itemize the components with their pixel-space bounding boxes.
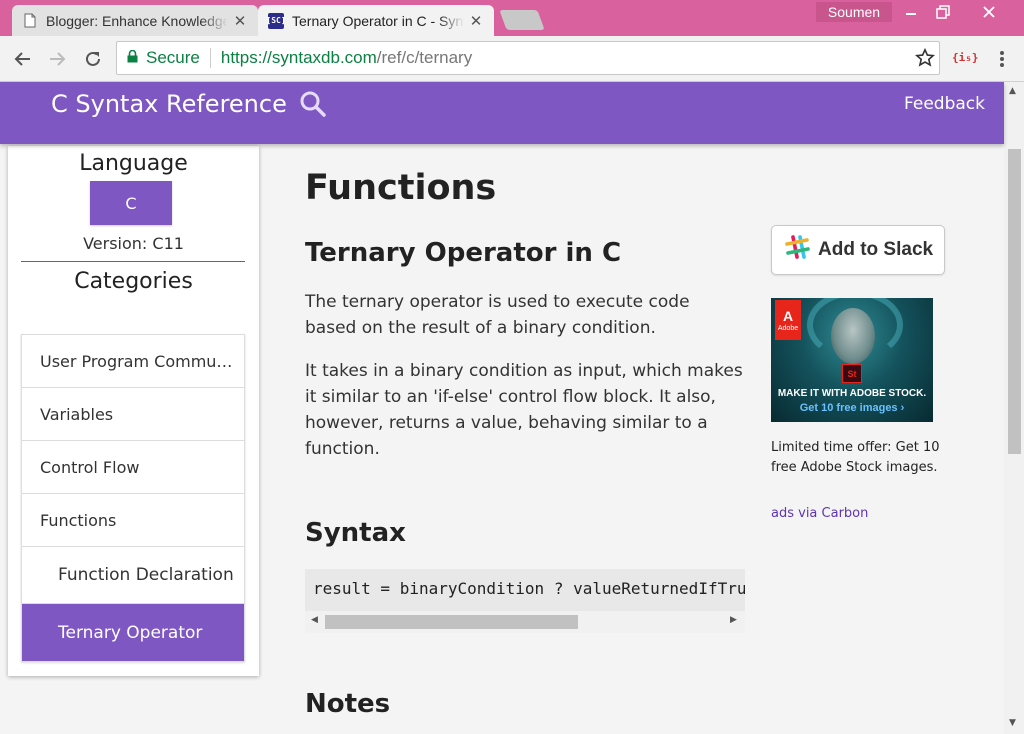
tab-title: Ternary Operator in C - SyntaxDB [292,12,464,29]
subcategory-ternary-operator[interactable]: Ternary Operator [22,604,244,661]
adobe-logo: A Adobe [775,300,801,340]
syntax-heading: Syntax [305,518,406,548]
back-icon[interactable] [10,47,34,71]
adobe-stock-badge: St [842,364,862,383]
sidebar: Language C Version: C11 Categories User … [8,146,259,676]
new-tab-button[interactable] [499,10,545,30]
address-bar[interactable]: Secure https://syntaxdb.com/ref/c/ternar… [116,41,940,75]
url-host: syntaxdb.com [271,48,377,67]
site-title[interactable]: C Syntax Reference [51,90,287,118]
close-icon[interactable]: ✕ [468,12,484,30]
page-icon [22,13,38,29]
sc-favicon: [SC] [266,12,286,29]
code-scrollbar-thumb[interactable] [325,615,578,629]
url-text[interactable]: https://syntaxdb.com/ref/c/ternary [211,48,472,68]
section-title: Functions [305,168,497,208]
browser-toolbar: Secure https://syntaxdb.com/ref/c/ternar… [0,36,1024,82]
ads-via-carbon-link[interactable]: ads via Carbon [771,506,868,521]
code-line: result = binaryCondition ? valueReturned… [313,579,745,598]
page-scrollbar[interactable]: ▲ ▼ [1004,82,1024,734]
restore-icon[interactable] [922,0,964,24]
category-variables[interactable]: Variables [22,388,244,441]
subcategory-function-declaration[interactable]: Function Declaration [22,547,244,604]
bookmark-star-icon[interactable] [914,47,936,73]
site-header: C Syntax Reference Feedback [0,82,1004,144]
window-close-icon[interactable] [968,0,1010,24]
browser-menu-icon[interactable] [996,49,1008,69]
tab-blogger[interactable]: Blogger: Enhance Knowledge ✕ [12,5,258,36]
scroll-up-icon[interactable]: ▲ [1009,86,1016,96]
version-label: Version: C11 [83,234,184,253]
category-control-flow[interactable]: Control Flow [22,441,244,494]
security-indicator[interactable]: Secure [117,48,211,68]
search-icon[interactable] [299,90,327,122]
slack-icon [784,234,810,266]
category-functions[interactable]: Functions [22,494,244,547]
description-paragraph: The ternary operator is used to execute … [305,292,690,338]
categories-heading: Categories [74,269,193,294]
language-heading: Language [79,151,188,176]
scrollbar-thumb[interactable] [1008,149,1021,454]
category-list: User Program Commu… Variables Control Fl… [21,334,245,662]
scroll-down-icon[interactable]: ▼ [1009,718,1016,728]
url-path: /ref/c/ternary [376,48,473,67]
add-to-slack-button[interactable]: Add to Slack [771,225,945,275]
ad-portrait [831,308,875,364]
description-paragraph: It takes in a binary condition as input,… [305,361,743,459]
url-scheme: https:// [220,48,272,67]
extension-icon[interactable]: {i₅} [952,51,979,64]
page-title: Ternary Operator in C [305,238,622,268]
ad-headline: MAKE IT WITH ADOBE STOCK. [777,388,927,399]
divider [21,261,245,262]
scroll-left-icon[interactable]: ◀ [311,615,318,625]
code-block[interactable]: result = binaryCondition ? valueReturned… [305,569,745,633]
secure-label: Secure [146,48,200,67]
close-icon[interactable]: ✕ [232,12,248,30]
browser-titlebar: Blogger: Enhance Knowledge ✕ [SC] Ternar… [0,0,1024,36]
language-button[interactable]: C [90,181,172,225]
feedback-link[interactable]: Feedback [904,94,985,114]
ad-banner[interactable]: A Adobe St MAKE IT WITH ADOBE STOCK. Get… [771,298,933,422]
code-scrollbar[interactable]: ◀ ▶ [305,611,745,633]
profile-button[interactable]: Soumen [816,2,892,22]
tab-title: Blogger: Enhance Knowledge [46,12,228,29]
reload-icon[interactable] [81,47,105,71]
ad-cta: Get 10 free images › [799,402,905,414]
scroll-right-icon[interactable]: ▶ [730,615,737,625]
notes-heading: Notes [305,689,391,719]
lock-icon [127,48,138,68]
tab-syntaxdb[interactable]: [SC] Ternary Operator in C - SyntaxDB ✕ [258,5,494,36]
ad-text[interactable]: Limited time offer: Get 10 free Adobe St… [771,438,941,478]
category-user-program-communication[interactable]: User Program Commu… [22,335,244,388]
slack-label: Add to Slack [818,239,934,260]
forward-icon[interactable] [46,47,70,71]
